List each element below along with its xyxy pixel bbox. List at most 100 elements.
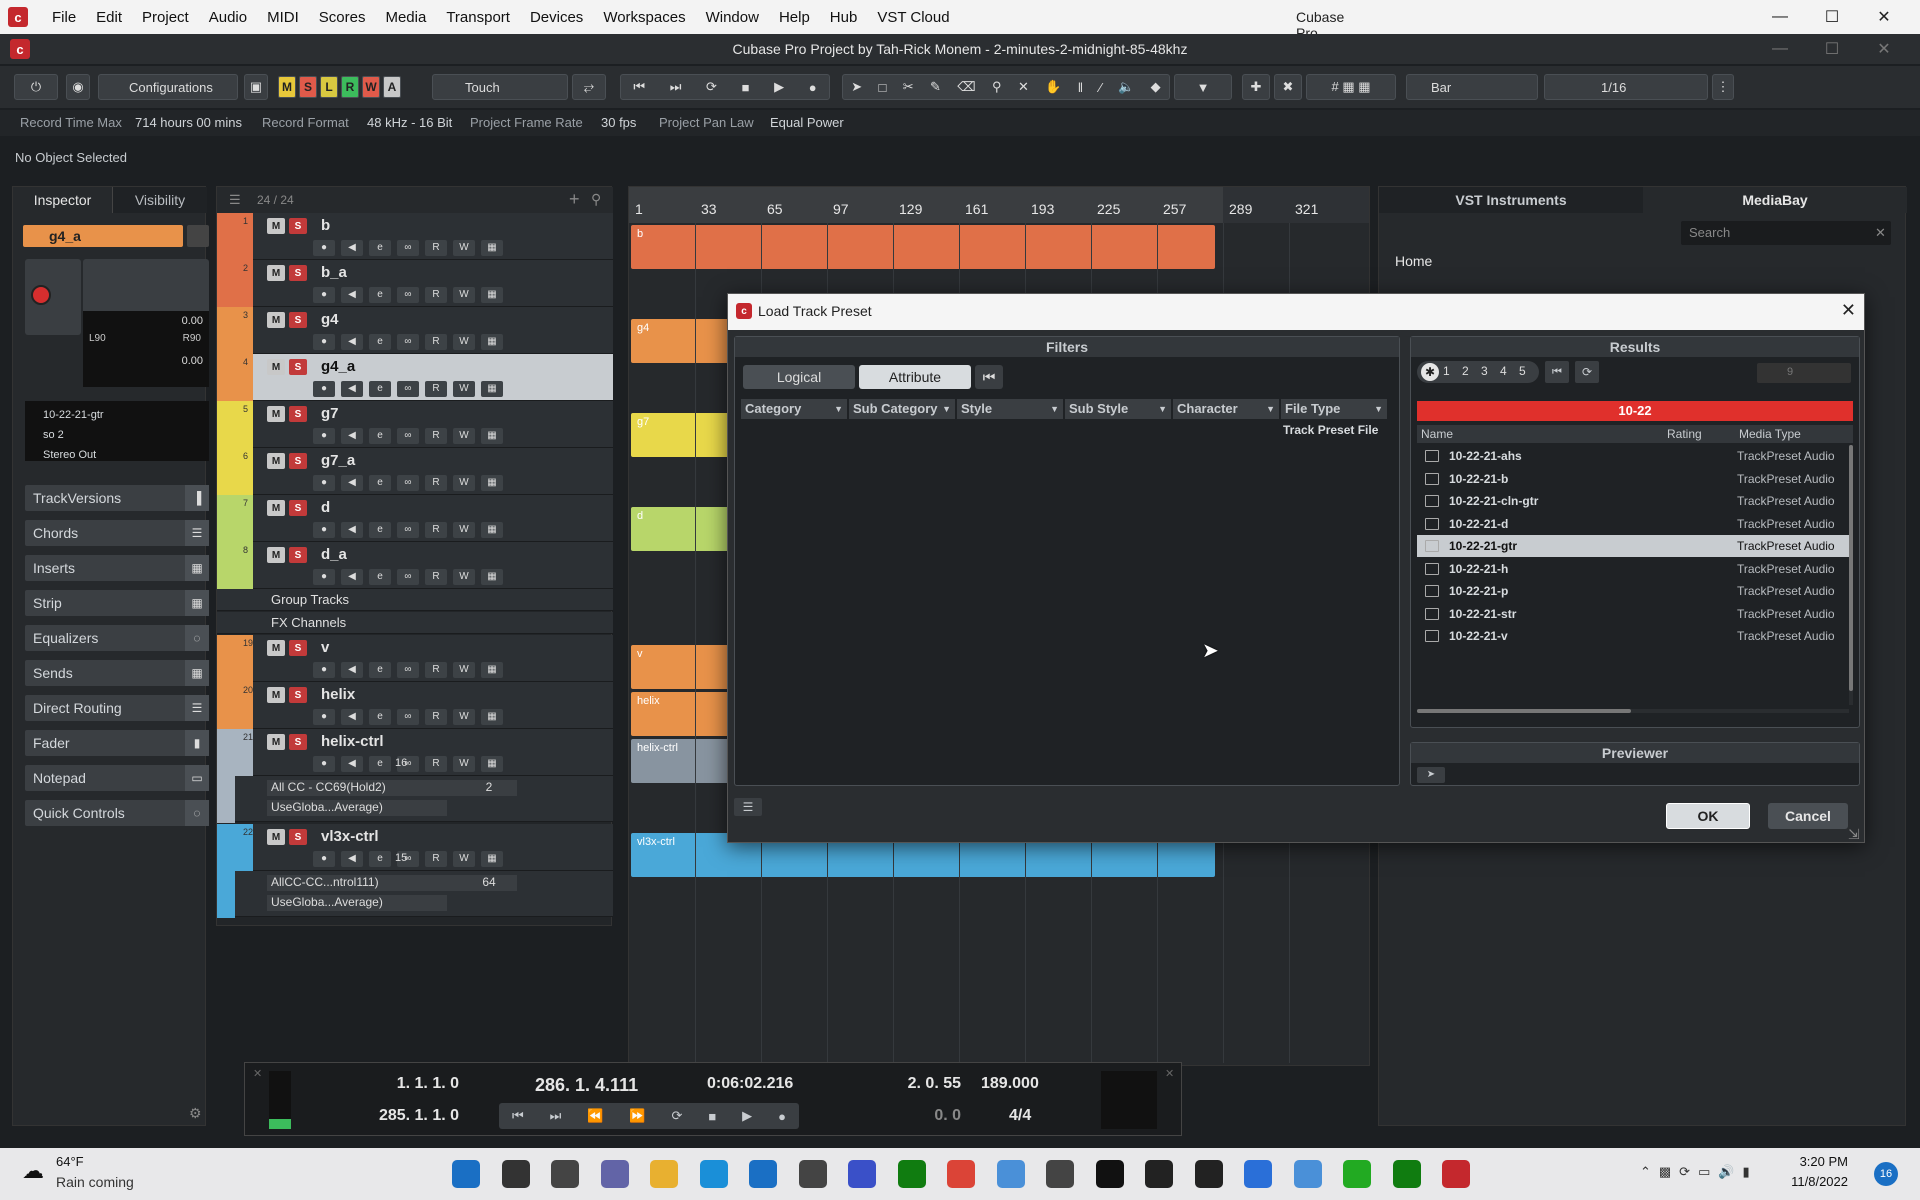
object-selection-icon[interactable]: ➤ xyxy=(851,79,862,95)
write-automation-icon[interactable]: W xyxy=(453,428,475,444)
mute-button[interactable]: M xyxy=(267,829,285,845)
result-row[interactable]: 10-22-21-p TrackPreset Audio xyxy=(1417,580,1853,602)
notification-badge[interactable]: 16 xyxy=(1874,1162,1898,1186)
edit-icon[interactable]: e xyxy=(369,522,391,538)
menu-file[interactable]: File xyxy=(42,9,86,26)
line-icon[interactable]: ∕ xyxy=(1100,80,1102,95)
read-automation-icon[interactable]: R xyxy=(425,756,447,772)
lanes-icon[interactable]: ▦ xyxy=(481,756,503,772)
track-name[interactable]: g7_a xyxy=(321,452,355,469)
inspector-section-icon[interactable]: ▦ xyxy=(185,555,209,581)
project-minimize-icon[interactable]: — xyxy=(1754,32,1806,66)
secondary-time-display[interactable]: 0:06:02.216 xyxy=(707,1075,793,1093)
close-icon[interactable]: ✕ xyxy=(1858,0,1910,34)
menu-help[interactable]: Help xyxy=(769,9,820,26)
go-to-end-icon[interactable]: ⏭ xyxy=(670,79,682,95)
nudge-dropdown[interactable]: ▼ xyxy=(1174,74,1232,100)
record-enable-icon[interactable]: ● xyxy=(313,522,335,538)
signature-display[interactable]: 4/4 xyxy=(1009,1107,1031,1125)
punch-display-2[interactable]: 0. 0 xyxy=(865,1107,961,1125)
input-routing[interactable]: so 2 xyxy=(43,425,209,445)
mute-button[interactable]: M xyxy=(267,453,285,469)
result-row[interactable]: 10-22-21-str TrackPreset Audio xyxy=(1417,603,1853,625)
right-locator[interactable]: 285. 1. 1. 0 xyxy=(339,1107,459,1125)
inspector-section-icon[interactable]: ▮ xyxy=(185,730,209,756)
record-enable-icon[interactable]: ● xyxy=(313,287,335,303)
tab-visibility[interactable]: Visibility xyxy=(113,187,207,213)
read-automation-icon[interactable]: R xyxy=(425,334,447,350)
results-h-scrollbar[interactable] xyxy=(1417,709,1849,713)
rewind-icon[interactable]: ⏪ xyxy=(587,1108,603,1124)
solo-button[interactable]: S xyxy=(289,359,307,375)
read-automation-icon[interactable]: R xyxy=(425,522,447,538)
tab-inspector[interactable]: Inspector xyxy=(13,187,113,213)
result-row[interactable]: 10-22-21-ahs TrackPreset Audio xyxy=(1417,445,1853,467)
track-row[interactable]: 4 M Sg4_a ● ◀ e ∞ R W ▦ xyxy=(217,354,613,401)
project-maximize-icon[interactable]: ☐ xyxy=(1806,32,1858,66)
start-icon[interactable] xyxy=(452,1160,480,1188)
inspector-section-fader[interactable]: Fader ▮ xyxy=(25,730,209,756)
track-name[interactable]: helix xyxy=(321,686,355,703)
inspector-section-icon[interactable]: ▦ xyxy=(185,590,209,616)
primary-time-display[interactable]: 286. 1. 4.111 xyxy=(535,1075,638,1096)
edit-icon[interactable]: e xyxy=(369,569,391,585)
track-row[interactable]: 5 M Sg7 ● ◀ e ∞ R W ▦ xyxy=(217,401,613,448)
lanes-icon[interactable]: ▦ xyxy=(481,475,503,491)
monitor-icon[interactable]: ◀ xyxy=(341,662,363,678)
write-automation-icon[interactable]: W xyxy=(453,569,475,585)
app-icon[interactable] xyxy=(1293,1160,1322,1188)
quantize-preset-dropdown[interactable]: 1/16 xyxy=(1544,74,1708,100)
tab-mediabay[interactable]: MediaBay xyxy=(1643,187,1907,213)
project-close-icon[interactable]: ✕ xyxy=(1858,32,1910,66)
write-automation-icon[interactable]: W xyxy=(453,709,475,725)
write-automation-icon[interactable]: W xyxy=(453,381,475,397)
settings-gear-icon[interactable]: ⚙ xyxy=(189,1105,202,1122)
read-automation-icon[interactable]: R xyxy=(425,381,447,397)
read-automation-icon[interactable]: R xyxy=(425,475,447,491)
cycle-icon[interactable]: ⟳ xyxy=(672,1108,683,1124)
hand-icon[interactable]: ✋ xyxy=(1045,79,1061,95)
automation-lane[interactable]: All CC - CC69(Hold2) 2 UseGloba...Average) xyxy=(217,776,613,823)
tempo-display[interactable]: 189.000 xyxy=(981,1075,1039,1093)
cc-lane-name[interactable]: AllCC-CC...ntrol111) xyxy=(267,875,467,891)
read-automation-icon[interactable]: R xyxy=(425,428,447,444)
write-automation-icon[interactable]: W xyxy=(453,522,475,538)
track-name[interactable]: v xyxy=(321,639,329,656)
result-row[interactable]: 10-22-21-v TrackPreset Audio xyxy=(1417,625,1853,647)
mediabay-home[interactable]: Home xyxy=(1395,253,1432,269)
filter-tab-logical[interactable]: Logical xyxy=(743,365,855,389)
frame-rate-value[interactable]: 30 fps xyxy=(601,115,636,130)
go-to-start-icon[interactable]: ⏮ xyxy=(512,1108,524,1124)
mode-button-s[interactable]: S xyxy=(299,76,317,98)
inspector-section-quick-controls[interactable]: Quick Controls ◌ xyxy=(25,800,209,826)
search-icon[interactable]: ⚲ xyxy=(591,191,601,208)
monitor-icon[interactable]: ◀ xyxy=(341,709,363,725)
lanes-icon[interactable]: ▦ xyxy=(481,569,503,585)
workspace-lock-icon[interactable]: ▣ xyxy=(244,74,268,100)
edit-icon[interactable]: e xyxy=(369,709,391,725)
chrome-icon[interactable] xyxy=(947,1160,975,1188)
forward-icon[interactable]: ⏩ xyxy=(629,1108,645,1124)
search-clear-icon[interactable]: ✕ xyxy=(1875,225,1886,241)
monitor-icon[interactable]: ◀ xyxy=(341,334,363,350)
result-row[interactable]: 10-22-21-b TrackPreset Audio xyxy=(1417,468,1853,490)
link-icon[interactable]: ∞ xyxy=(397,287,419,303)
filter-column-character[interactable]: Character ▼ xyxy=(1173,399,1279,419)
left-locator[interactable]: 1. 1. 1. 0 xyxy=(359,1075,459,1093)
cc-lane-mode[interactable]: UseGloba...Average) xyxy=(267,800,447,816)
go-to-start-icon[interactable]: ⏮ xyxy=(633,79,645,95)
track-row[interactable]: 19 M Sv ● ◀ e ∞ R W ▦ xyxy=(217,635,613,682)
link-icon[interactable]: ∞ xyxy=(397,240,419,256)
zoom-icon[interactable]: ⚲ xyxy=(992,79,1002,95)
edit-icon[interactable]: e xyxy=(369,428,391,444)
cycle-range[interactable] xyxy=(629,187,1223,223)
lanes-icon[interactable]: ▦ xyxy=(481,240,503,256)
range-selection-icon[interactable]: □ xyxy=(878,80,886,95)
inspector-section-inserts[interactable]: Inserts ▦ xyxy=(25,555,209,581)
mode-button-w[interactable]: W xyxy=(362,76,380,98)
solo-button[interactable]: S xyxy=(289,406,307,422)
clock-date[interactable]: 11/8/2022 xyxy=(1776,1174,1848,1189)
pan-value[interactable]: 0.00 xyxy=(182,355,203,367)
edit-icon[interactable]: e xyxy=(369,287,391,303)
constrain-delay-icon[interactable]: ◉ xyxy=(66,74,90,100)
